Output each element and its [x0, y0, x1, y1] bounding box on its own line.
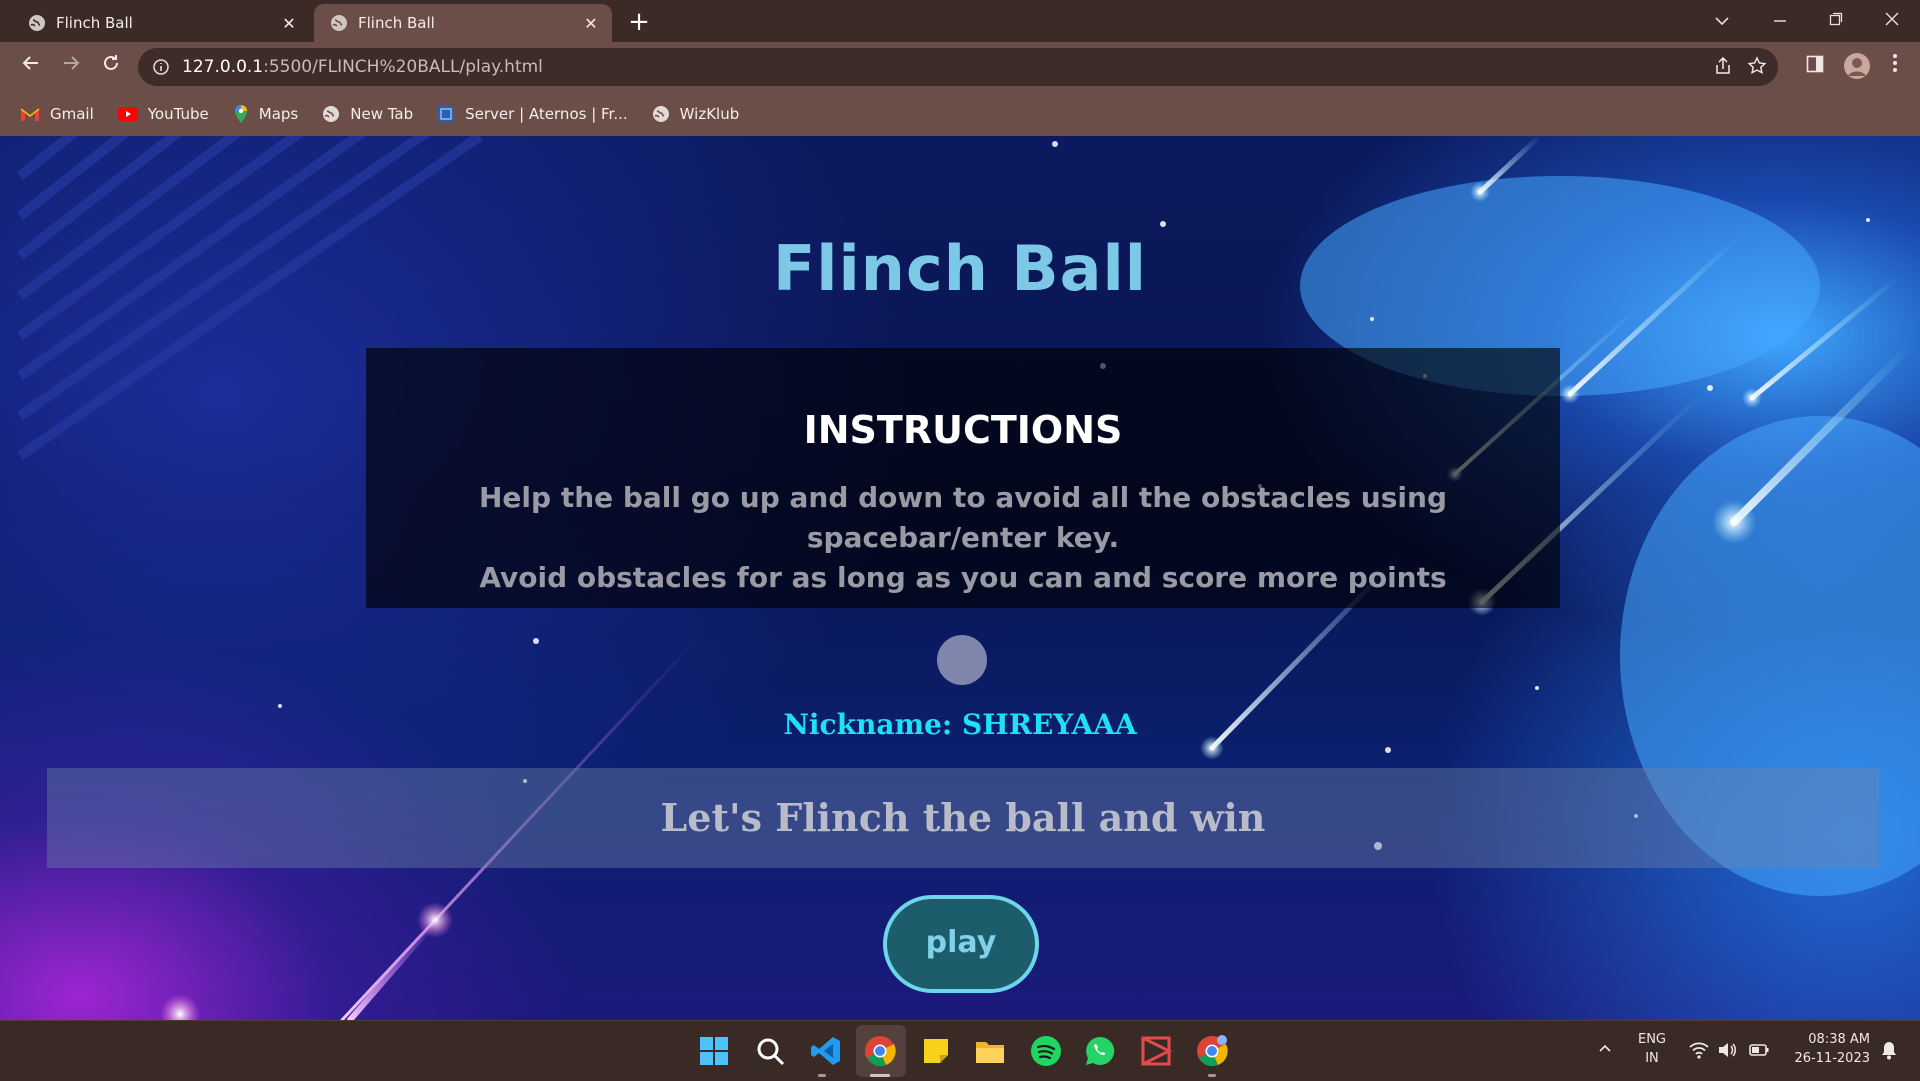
nickname-label: Nickname: SHREYAAA [783, 708, 1137, 741]
restore-button[interactable] [1816, 6, 1856, 36]
active-indicator [870, 1074, 890, 1077]
instructions-heading: INSTRUCTIONS [803, 408, 1123, 452]
language-code: ENG [1637, 1032, 1666, 1047]
url-path: :5500/FLINCH%20BALL/play.html [263, 57, 543, 77]
site-info-icon[interactable] [152, 58, 170, 76]
windows-start-icon[interactable] [698, 1035, 730, 1067]
game-page: Flinch Ball INSTRUCTIONS Help the ball g… [0, 136, 1920, 1020]
close-tab-icon[interactable]: ✕ [278, 14, 300, 33]
bookmark-label: New Tab [350, 105, 414, 123]
share-icon[interactable] [1710, 56, 1736, 80]
sticky-notes-icon[interactable] [920, 1035, 952, 1067]
gmail-icon [20, 108, 40, 121]
clock-date: 26-11-2023 [1794, 1051, 1870, 1066]
notification-bell-icon[interactable] [1878, 1039, 1900, 1061]
aternos-icon [438, 106, 455, 122]
tab-title: Flinch Ball [56, 14, 133, 32]
spotify-icon[interactable] [1030, 1035, 1062, 1067]
clock-time: 08:38 AM [1808, 1032, 1870, 1047]
tab-search-chevron-icon[interactable] [1702, 6, 1742, 36]
language-indicator[interactable]: ENG IN [1632, 1030, 1672, 1068]
instructions-panel: INSTRUCTIONS Help the ball go up and dow… [366, 348, 1560, 608]
side-panel-icon[interactable] [1800, 52, 1830, 82]
globe-icon [323, 106, 340, 122]
tab-flinch-ball-1[interactable]: Flinch Ball ✕ [12, 4, 310, 42]
bookmark-wizklub[interactable]: WizKlub [652, 105, 740, 123]
back-button[interactable] [16, 52, 46, 82]
clock[interactable]: 08:38 AM 26-11-2023 [1780, 1030, 1870, 1068]
globe-icon [331, 15, 347, 31]
running-indicator [818, 1074, 826, 1077]
instructions-text: Help the ball go up and down to avoid al… [366, 478, 1560, 598]
globe-icon [652, 106, 669, 122]
show-hidden-icons-chevron-icon[interactable] [1594, 1039, 1616, 1061]
game-ball [937, 635, 987, 685]
battery-icon[interactable] [1748, 1039, 1770, 1061]
bookmark-label: YouTube [147, 105, 209, 123]
bookmark-star-icon[interactable] [1744, 56, 1770, 80]
forward-button[interactable] [56, 52, 86, 82]
minimize-button[interactable] [1760, 6, 1800, 36]
close-window-button[interactable] [1872, 6, 1912, 36]
globe-icon [29, 15, 45, 31]
menu-kebab-icon[interactable] [1880, 52, 1910, 82]
file-explorer-icon[interactable] [974, 1035, 1006, 1067]
instructions-line-2: Avoid obstacles for as long as you can a… [479, 561, 1447, 594]
page-title: Flinch Ball [772, 232, 1148, 305]
play-button[interactable]: play [883, 895, 1039, 993]
bookmark-label: Server | Aternos | Fr... [465, 105, 628, 123]
bookmark-aternos[interactable]: Server | Aternos | Fr... [437, 105, 628, 123]
bookmark-label: Maps [258, 105, 299, 123]
bookmark-youtube[interactable]: YouTube [117, 105, 209, 123]
search-icon[interactable] [754, 1035, 786, 1067]
tagline-text: Let's Flinch the ball and win [660, 795, 1266, 840]
bookmark-maps[interactable]: Maps [233, 104, 298, 124]
chrome-profile-icon[interactable] [1196, 1035, 1228, 1067]
whatsapp-icon[interactable] [1084, 1035, 1116, 1067]
maps-icon [234, 105, 247, 123]
running-indicator [1208, 1074, 1216, 1077]
close-tab-icon[interactable]: ✕ [580, 14, 602, 33]
bookmark-gmail[interactable]: Gmail [20, 105, 94, 123]
bookmarks-bar: Gmail YouTube Maps New Tab Server | Ater… [0, 92, 1920, 136]
youtube-icon [117, 107, 138, 121]
browser-toolbar: 127.0.0.1:5500/FLINCH%20BALL/play.html [0, 42, 1920, 92]
tab-title: Flinch Ball [358, 14, 435, 32]
tagline-banner: Let's Flinch the ball and win [47, 768, 1879, 868]
windows-taskbar: ENG IN 08:38 AM 26-11-2023 [0, 1020, 1920, 1081]
bookmark-label: Gmail [50, 105, 94, 123]
profile-avatar[interactable] [1842, 52, 1872, 82]
new-tab-button[interactable]: + [624, 8, 654, 38]
volume-icon[interactable] [1716, 1039, 1738, 1061]
chrome-icon[interactable] [864, 1035, 896, 1067]
tab-strip: Flinch Ball ✕ Flinch Ball ✕ + [0, 0, 1920, 42]
region-code: IN [1645, 1051, 1659, 1066]
bookmark-label: WizKlub [679, 105, 740, 123]
url-host: 127.0.0.1 [182, 57, 264, 77]
address-bar[interactable]: 127.0.0.1:5500/FLINCH%20BALL/play.html [138, 48, 1778, 86]
wifi-icon[interactable] [1688, 1039, 1710, 1061]
tab-flinch-ball-2[interactable]: Flinch Ball ✕ [314, 4, 612, 42]
vscode-icon[interactable] [810, 1035, 842, 1067]
reload-button[interactable] [96, 52, 126, 82]
app-icon[interactable] [1140, 1035, 1172, 1067]
instructions-line-1: Help the ball go up and down to avoid al… [479, 481, 1447, 554]
bookmark-new-tab[interactable]: New Tab [322, 105, 413, 123]
